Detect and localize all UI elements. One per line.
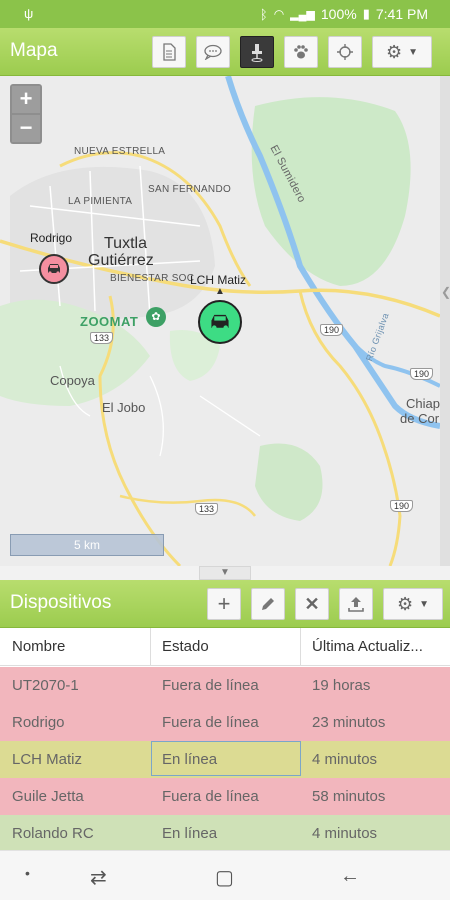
vehicle-label-rodrigo: Rodrigo xyxy=(30,231,73,245)
map-label-nueva-estrella: NUEVA ESTRELLA xyxy=(74,146,166,157)
target-icon xyxy=(337,44,353,60)
pin-button[interactable] xyxy=(240,36,274,68)
table-header: Nombre Estado Última Actualiz... xyxy=(0,628,450,666)
paw-icon xyxy=(294,45,308,59)
table-row[interactable]: Rolando RC En línea 4 minutos xyxy=(0,815,450,850)
signal-icon: ▂▄▆ xyxy=(290,8,315,21)
device-updated: 23 minutos xyxy=(312,714,386,731)
devices-settings-dropdown[interactable]: ⚙ ▼ xyxy=(383,588,443,620)
vehicle-marker-lch-matiz[interactable] xyxy=(198,300,242,344)
road-shield: 190 xyxy=(320,324,344,336)
bluetooth-icon: ᛒ xyxy=(259,6,268,22)
pin-icon xyxy=(251,44,263,62)
device-name: Rodrigo xyxy=(12,714,65,731)
map-scale: 5 km xyxy=(10,534,164,556)
side-panel-toggle[interactable]: ❮ xyxy=(441,285,450,309)
column-header-nombre[interactable]: Nombre xyxy=(12,638,65,655)
device-name: UT2070-1 xyxy=(12,677,79,694)
map-label-la-pimienta: LA PIMIENTA xyxy=(68,196,133,207)
map-side-strip xyxy=(440,76,450,566)
device-name: Rolando RC xyxy=(12,825,94,842)
chat-icon xyxy=(204,44,222,60)
edit-device-button[interactable] xyxy=(251,588,285,620)
map-label-el-jobo: El Jobo xyxy=(102,400,146,415)
vehicle-marker-rodrigo[interactable] xyxy=(39,254,69,284)
marker-pointer: ▲ xyxy=(215,286,225,297)
road-shield: 190 xyxy=(410,368,434,380)
battery-icon: ▮ xyxy=(362,6,370,21)
zoom-out-button[interactable]: − xyxy=(12,115,40,142)
device-updated: 19 horas xyxy=(312,677,371,694)
device-updated: 4 minutos xyxy=(312,825,378,842)
devices-panel-title: Dispositivos xyxy=(10,592,112,613)
devices-panel-header: Dispositivos + ✕ ⚙ ▼ xyxy=(0,580,450,628)
gear-icon: ⚙ xyxy=(385,41,403,62)
edit-icon xyxy=(262,598,274,610)
document-button[interactable] xyxy=(152,36,186,68)
column-header-ultima-actualizacion[interactable]: Última Actualiz... xyxy=(312,638,423,655)
delete-icon: ✕ xyxy=(304,593,320,614)
map-settings-dropdown[interactable]: ⚙ ▼ xyxy=(372,36,432,68)
map-label-zoomat: ZOOMAT xyxy=(80,314,139,329)
gear-icon: ⚙ xyxy=(396,593,414,614)
column-header-estado[interactable]: Estado xyxy=(162,638,209,655)
delete-device-button[interactable]: ✕ xyxy=(295,588,329,620)
table-row[interactable]: UT2070-1 Fuera de línea 19 horas xyxy=(0,667,450,704)
table-row[interactable]: Guile Jetta Fuera de línea 58 minutos xyxy=(0,778,450,815)
map-label-tuxtla: Tuxtla xyxy=(104,235,147,252)
road-shield: 190 xyxy=(390,500,414,512)
usb-icon: ψ xyxy=(24,6,34,21)
map-label-de-corzo: de Cor xyxy=(400,411,440,426)
road-shield: 133 xyxy=(90,332,114,344)
zoom-controls: + − xyxy=(10,84,42,144)
add-icon: + xyxy=(217,591,231,616)
paw-icon: ✿ xyxy=(146,307,166,327)
device-updated: 58 minutos xyxy=(312,788,386,805)
map-label-chiapa: Chiap xyxy=(406,396,440,411)
dot-icon[interactable]: • xyxy=(25,865,30,881)
chevron-down-icon: ▼ xyxy=(419,598,430,610)
clock: 7:41 PM xyxy=(375,6,428,22)
device-state: Fuera de línea xyxy=(162,677,259,694)
add-device-button[interactable]: + xyxy=(207,588,241,620)
zoom-in-button[interactable]: + xyxy=(12,86,40,113)
device-name: Guile Jetta xyxy=(12,788,84,805)
chevron-down-icon: ▼ xyxy=(408,46,419,58)
device-name: LCH Matiz xyxy=(12,751,83,768)
recent-apps-icon[interactable]: ⇄ xyxy=(90,865,107,890)
chat-button[interactable] xyxy=(196,36,230,68)
map-label-copoya: Copoya xyxy=(50,373,95,388)
back-icon[interactable]: ← xyxy=(340,865,360,888)
car-icon xyxy=(48,264,60,275)
device-state: En línea xyxy=(162,825,218,842)
chevron-down-icon: ▼ xyxy=(220,567,230,578)
paw-button[interactable] xyxy=(284,36,318,68)
upload-button[interactable] xyxy=(339,588,373,620)
map-panel-title: Mapa xyxy=(10,40,58,61)
document-icon xyxy=(163,43,176,61)
map-label-gutierrez: Gutiérrez xyxy=(88,252,154,269)
devices-table: Nombre Estado Última Actualiz... UT2070-… xyxy=(0,628,450,850)
upload-icon xyxy=(348,597,364,612)
home-icon[interactable]: ▢ xyxy=(215,865,234,890)
status-bar: ψ ᛒ ◠ ▂▄▆ 100% ▮ 7:41 PM xyxy=(0,0,450,28)
map-label-bienestar: BIENESTAR SOC xyxy=(110,273,195,284)
system-nav-bar: • ⇄ ▢ ← xyxy=(0,850,450,900)
device-state: En línea xyxy=(162,751,218,768)
device-updated: 4 minutos xyxy=(312,751,378,768)
car-icon xyxy=(211,314,229,330)
vehicle-label-lch-matiz: LCH Matiz xyxy=(190,273,247,287)
device-state: Fuera de línea xyxy=(162,788,259,805)
wifi-icon: ◠ xyxy=(273,7,285,21)
battery-percent: 100% xyxy=(320,6,357,22)
map-label-san-fernando: SAN FERNANDO xyxy=(148,184,232,195)
table-row-selected[interactable]: LCH Matiz En línea 4 minutos xyxy=(0,741,450,778)
table-row[interactable]: Rodrigo Fuera de línea 23 minutos xyxy=(0,704,450,741)
map-panel-header: Mapa ⚙ ▼ xyxy=(0,28,450,76)
panel-collapse-handle[interactable]: ▼ xyxy=(199,566,251,580)
target-button[interactable] xyxy=(328,36,362,68)
road-shield: 133 xyxy=(195,503,219,515)
map-view[interactable]: NUEVA ESTRELLA LA PIMIENTA SAN FERNANDO … xyxy=(0,76,440,566)
device-state: Fuera de línea xyxy=(162,714,259,731)
